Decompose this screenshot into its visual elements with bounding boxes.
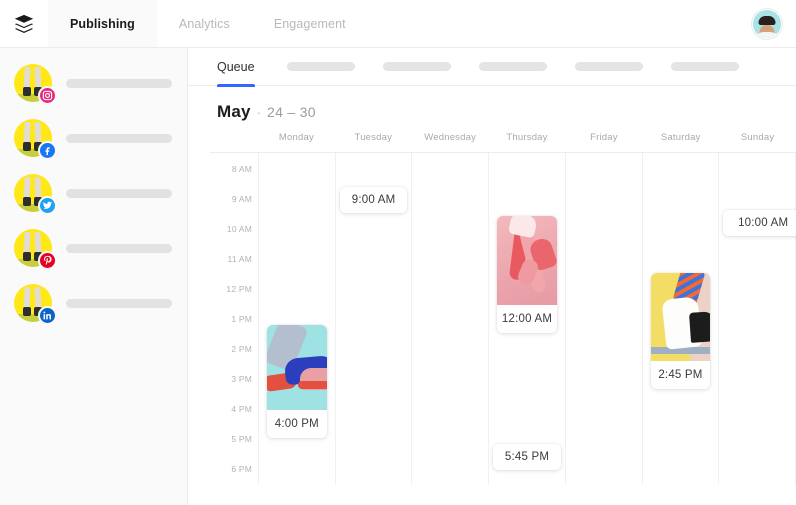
time-label-5pm: 5 PM: [231, 434, 252, 444]
post-thumbnail: [650, 273, 711, 361]
time-label-8am: 8 AM: [231, 164, 252, 174]
sidebar-account-linkedin[interactable]: [0, 282, 187, 325]
day-header-monday: Monday: [278, 132, 314, 143]
time-label-3pm: 3 PM: [231, 374, 252, 384]
post-time-label: 2:45 PM: [650, 361, 711, 389]
account-name-placeholder: [66, 78, 172, 88]
sub-tab-queue-label: Queue: [217, 59, 255, 74]
day-header-thursday: Thursday: [506, 132, 548, 143]
app-root: Publishing Analytics Engagement Queue Ma…: [0, 0, 796, 505]
twitter-icon: [38, 196, 57, 215]
account-avatar: [14, 64, 57, 105]
time-label-6pm: 6 PM: [231, 464, 252, 474]
sidebar-account-facebook[interactable]: [0, 117, 187, 160]
account-name-placeholder: [66, 243, 172, 253]
post-time-label: 5:45 PM: [493, 444, 561, 470]
avatar-container: [752, 0, 796, 47]
avatar-shoulders: [754, 31, 780, 38]
sidebar-account-pinterest[interactable]: [0, 227, 187, 270]
day-header-saturday: Saturday: [660, 132, 701, 143]
post-thumbnail: [497, 216, 557, 305]
sidebar-account-instagram[interactable]: [0, 62, 187, 105]
linkedin-icon: [38, 306, 57, 325]
main-content: Queue May · 24 – 30 Monday Tuesday Wedne…: [188, 48, 796, 505]
accounts-sidebar: [0, 48, 188, 505]
sub-tab-placeholder-2[interactable]: [382, 62, 451, 71]
instagram-icon: [38, 86, 57, 105]
calendar-column-monday[interactable]: 4:00 PM: [258, 153, 335, 484]
account-avatar: [14, 284, 57, 325]
date-header-month: May: [217, 102, 251, 121]
date-header-separator: ·: [256, 105, 262, 120]
calendar-grid: 8 AM 9 AM 10 AM 11 AM 12 PM 1 PM 2 PM 3 …: [210, 152, 796, 484]
sub-tab-placeholder-4[interactable]: [574, 62, 643, 71]
time-label-1pm: 1 PM: [231, 314, 252, 324]
post-time-label: 10:00 AM: [723, 210, 796, 236]
tab-engagement-label: Engagement: [273, 16, 346, 31]
avatar-hair: [758, 15, 776, 25]
day-header-wednesday: Wednesday: [424, 132, 477, 143]
day-header-sunday: Sunday: [740, 132, 775, 143]
scheduled-post-card[interactable]: 10:00 AM: [723, 210, 796, 236]
scheduled-post-card[interactable]: 9:00 AM: [339, 187, 408, 213]
pinterest-icon: [38, 251, 57, 270]
scheduled-post-card[interactable]: 4:00 PM: [267, 325, 327, 438]
account-avatar: [14, 229, 57, 270]
sub-tab-queue[interactable]: Queue: [217, 48, 255, 87]
main-tab-list: Publishing Analytics Engagement: [48, 0, 368, 47]
account-avatar: [14, 119, 57, 160]
day-header-friday: Friday: [590, 132, 618, 143]
time-label-10am: 10 AM: [226, 224, 252, 234]
tab-analytics[interactable]: Analytics: [157, 0, 252, 47]
calendar-column-sunday[interactable]: 10:00 AM: [718, 153, 796, 484]
facebook-icon: [38, 141, 57, 160]
tab-publishing[interactable]: Publishing: [48, 0, 157, 47]
tab-analytics-label: Analytics: [178, 16, 230, 31]
post-time-label: 9:00 AM: [339, 187, 408, 213]
user-avatar[interactable]: [752, 8, 782, 39]
calendar-column-friday[interactable]: [564, 153, 642, 484]
calendar: Monday Tuesday Wednesday Thursday Friday…: [210, 132, 796, 484]
calendar-column-saturday[interactable]: 2:45 PM: [641, 153, 719, 484]
sidebar-account-twitter[interactable]: [0, 172, 187, 215]
calendar-day-header-row: Monday Tuesday Wednesday Thursday Friday…: [210, 132, 796, 152]
post-time-label: 4:00 PM: [267, 410, 327, 438]
account-name-placeholder: [66, 188, 172, 198]
scheduled-post-card[interactable]: 2:45 PM: [650, 273, 711, 389]
sub-tab-placeholder-3[interactable]: [478, 62, 547, 71]
buffer-logo-icon: [14, 14, 34, 33]
date-header: May · 24 – 30: [188, 86, 796, 132]
top-navigation-bar: Publishing Analytics Engagement: [0, 0, 796, 48]
tab-engagement[interactable]: Engagement: [252, 0, 368, 47]
calendar-columns: 4:00 PM 9:00 AM 12:00 AM 5:45 PM 2:45 PM…: [258, 153, 796, 484]
post-time-label: 12:00 AM: [497, 305, 557, 333]
calendar-column-tuesday[interactable]: 9:00 AM: [334, 153, 412, 484]
sub-tab-bar: Queue: [188, 48, 796, 87]
calendar-column-wednesday[interactable]: [411, 153, 488, 484]
sub-tab-placeholder-1[interactable]: [286, 62, 355, 71]
time-axis: 8 AM 9 AM 10 AM 11 AM 12 PM 1 PM 2 PM 3 …: [210, 153, 258, 484]
buffer-logo[interactable]: [0, 0, 48, 47]
account-avatar: [14, 174, 57, 215]
date-header-range: 24 – 30: [267, 104, 316, 120]
scheduled-post-card[interactable]: 5:45 PM: [493, 444, 561, 470]
time-label-11am: 11 AM: [227, 254, 252, 264]
tab-publishing-label: Publishing: [70, 16, 135, 31]
scheduled-post-card[interactable]: 12:00 AM: [497, 216, 557, 333]
time-label-4pm: 4 PM: [231, 404, 252, 414]
time-label-2pm: 2 PM: [231, 344, 252, 354]
time-label-12pm: 12 PM: [226, 284, 252, 294]
account-name-placeholder: [66, 298, 172, 308]
sub-tab-placeholder-5[interactable]: [670, 62, 739, 71]
time-label-9am: 9 AM: [231, 194, 252, 204]
post-thumbnail: [267, 325, 327, 410]
day-header-tuesday: Tuesday: [354, 132, 393, 143]
calendar-column-thursday[interactable]: 12:00 AM 5:45 PM: [488, 153, 565, 484]
account-name-placeholder: [66, 133, 172, 143]
